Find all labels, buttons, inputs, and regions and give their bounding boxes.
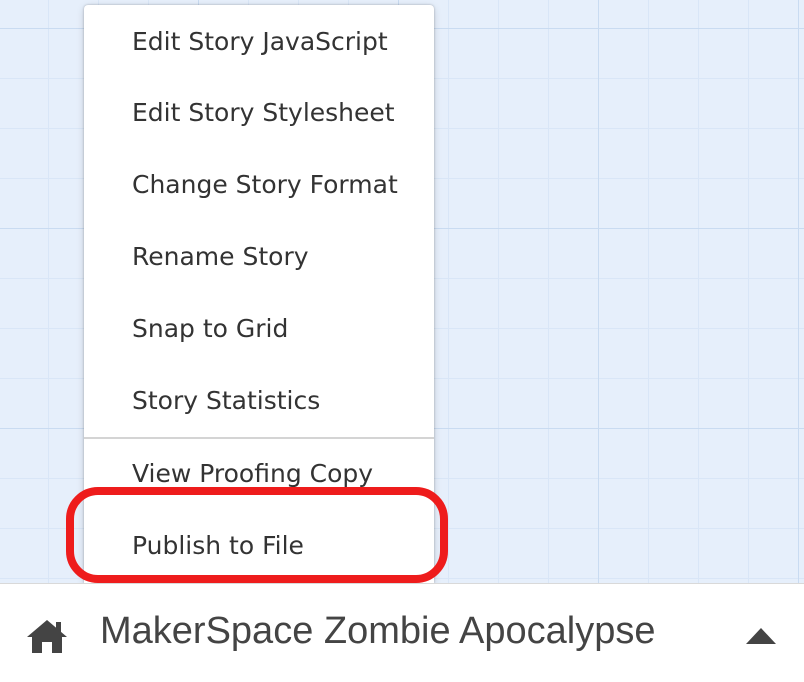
menu-item-rename-story[interactable]: Rename Story <box>84 220 434 292</box>
menu-item-edit-story-stylesheet[interactable]: Edit Story Stylesheet <box>84 76 434 148</box>
menu-item-publish-to-file[interactable]: Publish to File <box>84 509 434 581</box>
menu-item-label: Edit Story JavaScript <box>132 26 388 56</box>
menu-item-story-statistics[interactable]: Story Statistics <box>84 364 434 436</box>
menu-item-label: Snap to Grid <box>132 313 289 343</box>
menu-item-edit-story-javascript[interactable]: Edit Story JavaScript <box>84 5 434 77</box>
story-menu: Edit Story JavaScript Edit Story Stylesh… <box>84 5 434 583</box>
menu-item-view-proofing-copy[interactable]: View Proofing Copy <box>84 437 434 509</box>
menu-item-label: Rename Story <box>132 241 309 271</box>
caret-up-icon[interactable] <box>745 627 777 645</box>
menu-item-snap-to-grid[interactable]: Snap to Grid <box>84 292 434 364</box>
menu-item-label: Edit Story Stylesheet <box>132 97 395 127</box>
home-icon[interactable] <box>26 618 68 654</box>
menu-item-label: Publish to File <box>132 530 304 560</box>
menu-item-change-story-format[interactable]: Change Story Format <box>84 148 434 220</box>
menu-item-label: Change Story Format <box>132 169 398 199</box>
story-title-menu-button[interactable]: MakerSpace Zombie Apocalypse <box>100 610 656 653</box>
menu-item-label: Story Statistics <box>132 385 321 415</box>
story-footer-bar: MakerSpace Zombie Apocalypse <box>0 583 804 682</box>
menu-item-label: View Proofing Copy <box>132 458 374 488</box>
